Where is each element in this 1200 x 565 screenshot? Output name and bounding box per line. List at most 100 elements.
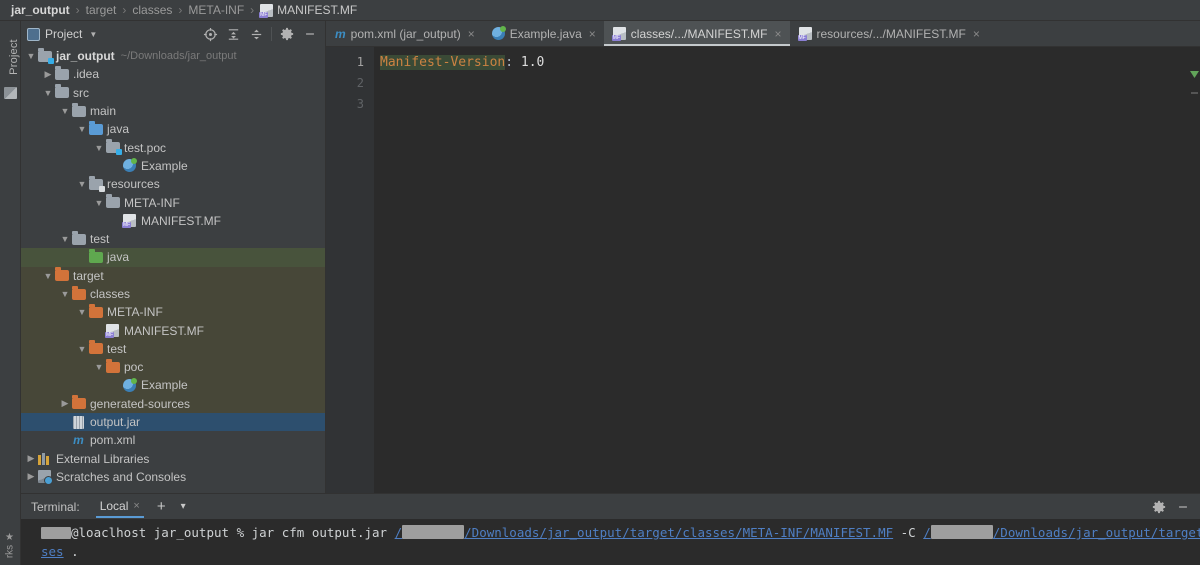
tree-node-example[interactable]: Example	[21, 157, 325, 175]
chevron-down-icon[interactable]: ▼	[93, 362, 105, 372]
tree-node-output-jar[interactable]: output.jar	[21, 412, 325, 432]
chevron-down-icon[interactable]: ▼	[76, 179, 88, 189]
close-icon[interactable]: ×	[973, 27, 980, 41]
tree-node-manifest-mf[interactable]: MANIFEST.MF	[21, 321, 325, 340]
editor-line-number-gutter: 1 2 3	[326, 47, 374, 493]
tree-node-example[interactable]: Example	[21, 376, 325, 395]
tree-node-main[interactable]: ▼ main	[21, 102, 325, 120]
terminal-line-1: @loaclhost jar_output % jar cfm output.j…	[41, 523, 1200, 542]
close-icon[interactable]: ×	[589, 27, 596, 41]
chevron-down-icon[interactable]: ▾	[175, 501, 192, 512]
project-tree[interactable]: ▼ jar_output ~/Downloads/jar_output ▶ .idea ▼…	[21, 47, 325, 493]
breadcrumb-item-3[interactable]: META-INF	[185, 0, 247, 21]
package-folder-icon	[105, 139, 122, 156]
tree-node-test[interactable]: ▼ test	[21, 339, 325, 359]
chevron-down-icon[interactable]: ▼	[59, 106, 71, 116]
terminal-path1-prefix[interactable]: /	[395, 525, 403, 540]
hide-icon[interactable]	[1172, 496, 1194, 518]
select-opened-file-icon[interactable]	[199, 23, 221, 45]
close-icon[interactable]: ×	[774, 27, 781, 41]
editor-tab-1[interactable]: Example.java ×	[483, 21, 604, 46]
scratches-icon	[38, 470, 53, 486]
editor-tab-3[interactable]: resources/.../MANIFEST.MF ×	[790, 21, 988, 46]
chevron-right-icon[interactable]: ▶	[42, 69, 54, 80]
tree-node-label: test	[90, 232, 110, 247]
chevron-down-icon[interactable]: ▼	[25, 51, 37, 61]
chevron-right-icon[interactable]: ▶	[25, 453, 37, 464]
chevron-down-icon[interactable]: ▼	[59, 289, 71, 299]
bookmarks-icon[interactable]: ★	[5, 532, 16, 543]
tree-node-test-poc[interactable]: ▼ test.poc	[21, 138, 325, 156]
settings-gear-icon[interactable]	[276, 23, 298, 45]
chevron-down-icon[interactable]: ▼	[42, 271, 54, 281]
line-number-1: 1	[356, 55, 364, 69]
tree-node-src[interactable]: ▼ src	[21, 84, 325, 102]
tree-node-label: META-INF	[124, 195, 180, 210]
editor-tab-0[interactable]: m pom.xml (jar_output) ×	[326, 21, 483, 46]
tree-node-target[interactable]: ▼ target	[21, 266, 325, 285]
chevron-right-icon[interactable]: ▶	[59, 398, 71, 409]
tree-node-scratches-and-consoles[interactable]: ▶ Scratches and Consoles	[21, 468, 325, 486]
tree-node-generated-sources[interactable]: ▶ generated-sources	[21, 394, 325, 413]
tree-node-external-libraries[interactable]: ▶ External Libraries	[21, 450, 325, 468]
folder-icon	[105, 194, 120, 209]
expand-all-icon[interactable]	[222, 23, 244, 45]
tree-node-label: java	[107, 122, 130, 137]
breadcrumb-item-2[interactable]: classes	[129, 0, 175, 21]
terminal-path2-prefix[interactable]: /	[923, 525, 931, 540]
tree-node-java[interactable]: ▼ java	[21, 120, 325, 138]
tree-node-poc[interactable]: ▼ poc	[21, 358, 325, 377]
terminal-path2-rest[interactable]: /Downloads/jar_output/target/clas	[993, 525, 1200, 540]
scrollbar-mark	[1191, 92, 1198, 94]
hide-icon[interactable]	[299, 23, 321, 45]
terminal-path1-rest[interactable]: /Downloads/jar_output/target/classes/MET…	[464, 525, 893, 540]
terminal-path2-wrapped[interactable]: ses	[41, 544, 64, 559]
chevron-down-icon[interactable]: ▼	[76, 307, 88, 317]
new-terminal-button[interactable]: +	[148, 498, 175, 515]
tree-node-meta-inf[interactable]: ▼ META-INF	[21, 193, 325, 211]
ide-window: jar_output › target › classes › META-INF…	[0, 0, 1200, 565]
breadcrumb-separator: ›	[122, 3, 127, 17]
tree-node-manifest-mf[interactable]: MANIFEST.MF	[21, 212, 325, 230]
tree-node-test[interactable]: ▼ test	[21, 230, 325, 248]
editor-tab-label: pom.xml (jar_output)	[350, 26, 461, 41]
chevron-down-icon[interactable]: ▼	[93, 143, 105, 153]
breadcrumb-item-4[interactable]: MANIFEST.MF	[257, 0, 360, 21]
close-icon[interactable]: ×	[133, 494, 139, 519]
inspection-ok-marker	[1190, 71, 1199, 78]
chevron-down-icon[interactable]: ▼	[93, 198, 105, 208]
breadcrumb-item-0[interactable]: jar_output	[8, 0, 73, 21]
tree-node-meta-inf[interactable]: ▼ META-INF	[21, 303, 325, 322]
editor-marker-scrollbar[interactable]	[1188, 47, 1200, 493]
jar-file-icon	[73, 415, 84, 429]
manifest-key: Manifest-Version	[380, 55, 506, 70]
chevron-down-icon[interactable]: ▼	[76, 344, 88, 354]
tree-node-java[interactable]: java	[21, 248, 325, 267]
settings-gear-icon[interactable]	[1148, 496, 1170, 518]
tree-node-pom-xml[interactable]: m pom.xml	[21, 431, 325, 449]
manifest-file-icon	[611, 27, 626, 41]
tree-node-jar-output[interactable]: ▼ jar_output ~/Downloads/jar_output	[21, 47, 325, 65]
editor-tab-2[interactable]: classes/.../MANIFEST.MF ×	[603, 21, 790, 46]
close-icon[interactable]: ×	[468, 27, 475, 41]
tree-node-label: Scratches and Consoles	[56, 469, 187, 484]
tree-node-classes[interactable]: ▼ classes	[21, 284, 325, 304]
tree-node-label: jar_output	[56, 49, 115, 64]
excluded-folder-icon	[88, 340, 103, 355]
chevron-down-icon[interactable]: ▼	[89, 30, 97, 39]
chevron-down-icon[interactable]: ▼	[59, 234, 71, 244]
project-view-icon	[27, 27, 40, 41]
tree-node--idea[interactable]: ▶ .idea	[21, 65, 325, 83]
chevron-down-icon[interactable]: ▼	[42, 88, 54, 98]
excluded-folder-icon	[88, 303, 103, 318]
editor-code[interactable]: Manifest-Version: 1.0	[374, 47, 1200, 493]
excluded-folder-icon	[54, 267, 69, 282]
terminal-output[interactable]: @loaclhost jar_output % jar cfm output.j…	[21, 519, 1200, 561]
tree-node-resources[interactable]: ▼ resources	[21, 175, 325, 193]
chevron-right-icon[interactable]: ▶	[25, 471, 37, 482]
terminal-tab-local[interactable]: Local ×	[92, 494, 148, 519]
chevron-down-icon[interactable]: ▼	[76, 124, 88, 134]
collapse-all-icon[interactable]	[245, 23, 267, 45]
breadcrumb-item-1[interactable]: target	[83, 0, 120, 21]
